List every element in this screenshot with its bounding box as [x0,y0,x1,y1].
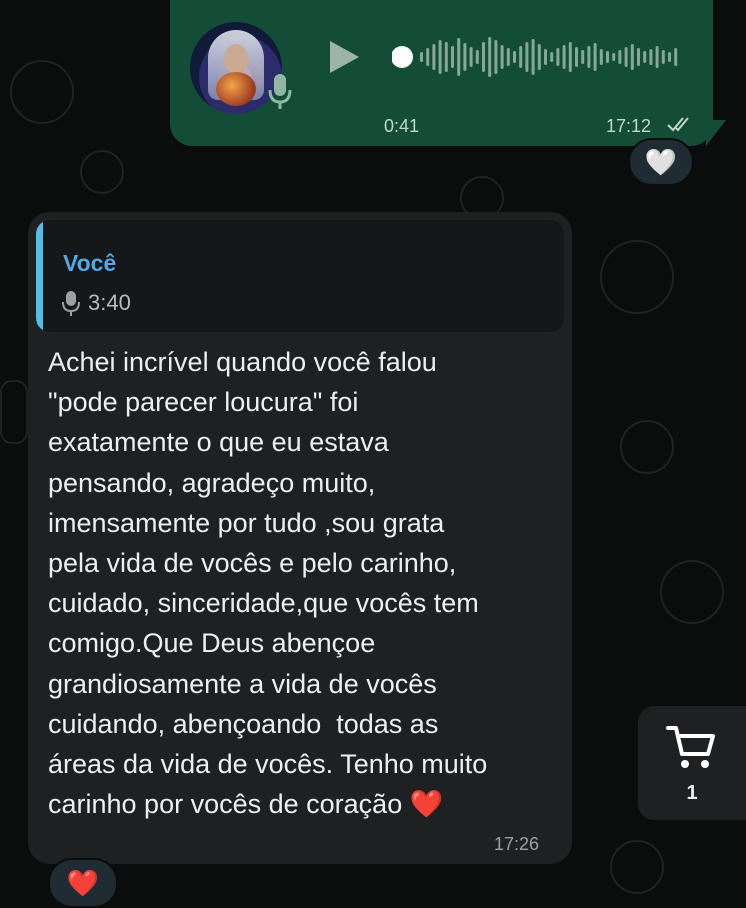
voice-duration: 0:41 [384,116,420,136]
waveform-bar [562,45,566,69]
audio-waveform[interactable] [392,32,684,82]
waveform-bar [612,53,616,61]
message-time: 17:12 [606,116,652,136]
waveform-bar [587,46,591,68]
waveform-bar [525,42,529,72]
read-receipt-icon [667,117,689,132]
waveform-bar [668,52,671,62]
wallpaper-doodle [620,420,674,474]
waveform-bar [568,42,572,72]
waveform-bar [544,49,547,65]
waveform-bar [475,50,479,64]
waveform-bar [624,47,628,67]
outgoing-voice-message[interactable]: 0:41 17:12 [170,0,713,146]
waveform-bar [599,49,603,65]
waveform-bar [451,46,454,68]
waveform-bar [661,50,665,64]
reaction-badge[interactable]: ❤️ [48,858,118,908]
waveform-bar [606,51,609,63]
waveform-bar [494,40,498,74]
quoted-author: Você [63,250,117,276]
message-time: 17:26 [494,834,540,854]
waveform-bar [593,43,597,71]
waveform-bar [519,46,523,68]
bubble-tail [706,120,726,146]
quote-accent-bar [36,220,43,332]
waveform-bar [637,48,640,66]
waveform-bar [426,48,430,66]
waveform-bar [581,50,585,64]
mic-icon [268,74,292,109]
cart-count: 1 [686,782,698,804]
incoming-text-message[interactable]: Você 3:40 Achei incrível quando você fal… [28,212,572,864]
waveform-bar [506,48,510,66]
waveform-bar [618,50,622,64]
waveform-bar [457,38,461,76]
message-body: Achei incrível quando você falou "pode p… [48,347,488,820]
waveform-bar [531,39,535,75]
waveform-bar [630,44,634,70]
wallpaper-doodle [80,150,124,194]
play-icon[interactable] [328,40,360,74]
red-heart-emoji: ❤️ [66,867,100,898]
waveform-bar [513,51,516,63]
mic-icon [62,291,80,316]
quoted-message[interactable]: Você 3:40 [36,220,564,332]
waveform-bar [463,43,467,71]
wallpaper-doodle [0,380,28,444]
wallpaper-doodle [660,560,724,624]
waveform-bar [643,51,647,63]
waveform-bar [575,47,578,67]
waveform-bar [432,44,436,70]
waveform-bar [420,52,423,62]
waveform-bar [488,37,492,77]
reaction-badge[interactable]: 🤍 [628,138,694,186]
waveform-bar [556,48,560,66]
waveform-bar [469,47,473,67]
waveform-bar [649,49,653,65]
waveform-bar [438,40,442,74]
white-heart-emoji: 🤍 [644,146,678,177]
waveform-bar [500,45,504,69]
waveform-bar [655,46,659,68]
waveform-bar [444,42,448,72]
wallpaper-doodle [600,240,674,314]
waveform-bar [537,44,541,70]
cart-icon [666,726,715,768]
cart-button[interactable]: 1 [638,706,746,820]
waveform-bar [550,52,554,62]
wallpaper-doodle [610,840,664,894]
quoted-audio-duration: 3:40 [88,290,131,315]
waveform-bar [482,42,485,72]
waveform-bar [674,48,678,66]
wallpaper-doodle [10,60,74,124]
